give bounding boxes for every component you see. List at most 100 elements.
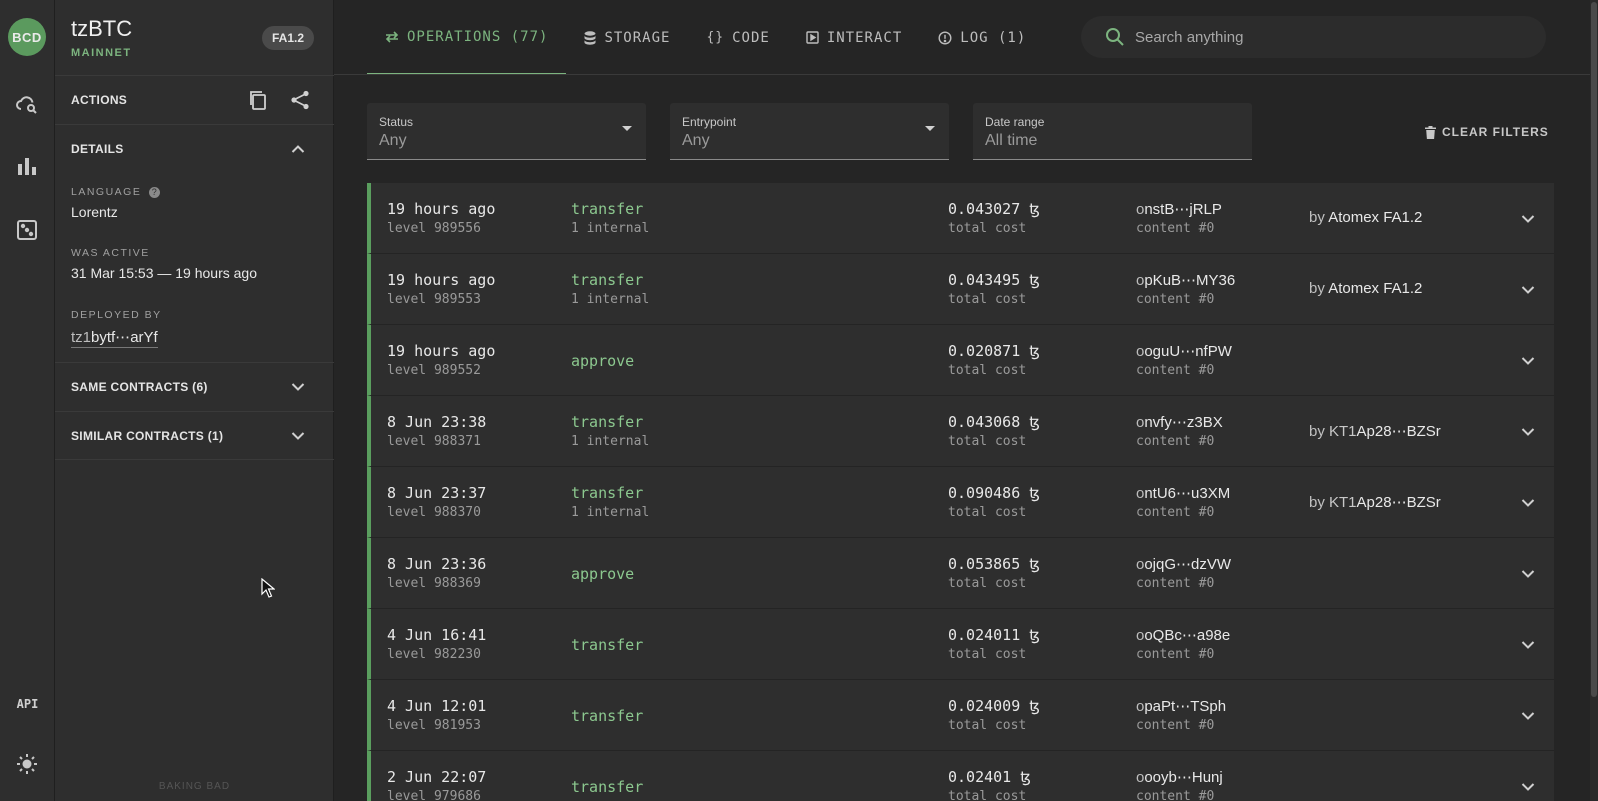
theme-toggle-icon[interactable] bbox=[15, 752, 39, 776]
baking-bad-footer[interactable]: BAKING BAD bbox=[55, 781, 334, 792]
operation-hash[interactable]: ooguU⋯nfPW bbox=[1136, 342, 1232, 360]
operation-time: 8 Jun 23:38 bbox=[387, 413, 487, 431]
operation-hash-value: oQBc⋯a98e bbox=[1144, 627, 1231, 644]
operation-entrypoint-cell: transfer bbox=[571, 778, 643, 796]
operation-source-prefix: KT1 bbox=[1329, 423, 1357, 440]
operation-internal-count: 1 internal bbox=[571, 434, 650, 449]
dice-icon[interactable] bbox=[15, 218, 39, 242]
api-link[interactable]: API bbox=[0, 697, 55, 711]
was-active-value: 31 Mar 15:53 — 19 hours ago bbox=[71, 265, 258, 281]
cloud-search-icon[interactable] bbox=[15, 92, 39, 116]
operation-source[interactable]: by KT1Ap28⋯BZSr bbox=[1309, 422, 1441, 440]
tab-interact[interactable]: INTERACT bbox=[788, 0, 920, 75]
play-box-icon bbox=[806, 31, 819, 44]
operation-hash[interactable]: opKuB⋯MY36 bbox=[1136, 271, 1235, 289]
operation-hash[interactable]: oojqG⋯dzVW bbox=[1136, 555, 1231, 573]
operation-entrypoint: transfer bbox=[571, 413, 644, 431]
operation-cost-cell: 0.090486 ꜩ total cost bbox=[948, 484, 1040, 520]
clear-filters-button[interactable]: CLEAR FILTERS bbox=[1425, 120, 1549, 144]
operation-level: level 988371 bbox=[387, 434, 481, 449]
operation-cost-cell: 0.053865 ꜩ total cost bbox=[948, 555, 1040, 591]
operation-hash-cell: ooQBc⋯a98e content #0 bbox=[1136, 626, 1230, 662]
same-contracts-row[interactable]: SAME CONTRACTS (6) bbox=[55, 362, 334, 411]
expand-chevron-icon[interactable] bbox=[1516, 633, 1540, 657]
share-icon[interactable] bbox=[288, 88, 312, 112]
date-range-filter[interactable]: Date range All time bbox=[973, 103, 1252, 160]
scrollbar-thumb[interactable] bbox=[1591, 2, 1597, 697]
operation-content-index: content #0 bbox=[1136, 292, 1215, 307]
operation-hash-value: pKuB⋯MY36 bbox=[1144, 272, 1236, 289]
operation-row[interactable]: 19 hours ago level 989552 approve 0.0208… bbox=[367, 325, 1554, 396]
tab-operations[interactable]: OPERATIONS (77) bbox=[367, 0, 567, 75]
bcd-logo[interactable]: BCD bbox=[8, 18, 46, 56]
search-input[interactable] bbox=[1135, 28, 1515, 46]
operation-hash[interactable]: ooQBc⋯a98e bbox=[1136, 626, 1230, 644]
operation-row[interactable]: 19 hours ago level 989553 transfer 1 int… bbox=[367, 254, 1554, 325]
operation-hash[interactable]: ontU6⋯u3XM bbox=[1136, 484, 1230, 502]
chevron-up-icon[interactable] bbox=[286, 137, 310, 161]
left-rail: BCD API bbox=[0, 0, 55, 801]
expand-chevron-icon[interactable] bbox=[1516, 207, 1540, 231]
entrypoint-filter[interactable]: Entrypoint Any bbox=[670, 103, 949, 160]
operation-hash-value: nvfy⋯z3BX bbox=[1144, 414, 1223, 431]
expand-chevron-icon[interactable] bbox=[1516, 562, 1540, 586]
operation-content-index: content #0 bbox=[1136, 221, 1215, 236]
operation-row[interactable]: 19 hours ago level 989556 transfer 1 int… bbox=[367, 183, 1554, 254]
operation-cost-label: total cost bbox=[948, 647, 1027, 662]
operation-source-by-label: by bbox=[1309, 209, 1325, 226]
operation-time: 19 hours ago bbox=[387, 271, 496, 289]
details-row[interactable]: DETAILS bbox=[55, 124, 334, 173]
deployer-address-prefix: tz1 bbox=[71, 329, 92, 346]
was-active-label: WAS ACTIVE bbox=[71, 247, 150, 259]
database-icon bbox=[584, 30, 596, 45]
tab-log[interactable]: LOG (1) bbox=[920, 0, 1044, 75]
operation-hash[interactable]: onstB⋯jRLP bbox=[1136, 200, 1222, 218]
chevron-down-icon[interactable] bbox=[286, 375, 310, 399]
operation-level: level 979686 bbox=[387, 789, 481, 801]
operation-hash-value: ojqG⋯dzVW bbox=[1144, 556, 1232, 573]
expand-chevron-icon[interactable] bbox=[1516, 349, 1540, 373]
operation-level: level 981953 bbox=[387, 718, 481, 733]
operation-cost-label: total cost bbox=[948, 221, 1027, 236]
operation-row[interactable]: 8 Jun 23:38 level 988371 transfer 1 inte… bbox=[367, 396, 1554, 467]
tab-code[interactable]: {} CODE bbox=[688, 0, 787, 75]
operation-source[interactable]: by Atomex FA1.2 bbox=[1309, 280, 1422, 297]
operation-hash[interactable]: opaPt⋯TSph bbox=[1136, 697, 1226, 715]
operation-time-cell: 19 hours ago level 989556 bbox=[387, 200, 495, 236]
status-filter[interactable]: Status Any bbox=[367, 103, 646, 160]
operation-source-by-label: by bbox=[1309, 423, 1325, 440]
operation-cost-cell: 0.043027 ꜩ total cost bbox=[948, 200, 1040, 236]
scrollbar[interactable] bbox=[1590, 0, 1598, 801]
operation-entrypoint: transfer bbox=[571, 636, 644, 654]
operation-row[interactable]: 8 Jun 23:36 level 988369 approve 0.05386… bbox=[367, 538, 1554, 609]
standard-badge: FA1.2 bbox=[262, 26, 315, 50]
operation-source[interactable]: by Atomex FA1.2 bbox=[1309, 209, 1422, 226]
operation-row[interactable]: 8 Jun 23:37 level 988370 transfer 1 inte… bbox=[367, 467, 1554, 538]
deployer-address[interactable]: tz1bytf⋯arYf bbox=[71, 328, 158, 348]
operation-level: level 988370 bbox=[387, 505, 481, 520]
similar-contracts-row[interactable]: SIMILAR CONTRACTS (1) bbox=[55, 411, 334, 460]
operation-row[interactable]: 4 Jun 16:41 level 982230 transfer 0.0240… bbox=[367, 609, 1554, 680]
operation-cost-cell: 0.020871 ꜩ total cost bbox=[948, 342, 1040, 378]
language-value: Lorentz bbox=[71, 204, 118, 220]
expand-chevron-icon[interactable] bbox=[1516, 775, 1540, 799]
operation-cost-cell: 0.043495 ꜩ total cost bbox=[948, 271, 1040, 307]
tab-storage[interactable]: STORAGE bbox=[566, 0, 688, 75]
help-icon[interactable]: ? bbox=[148, 187, 160, 198]
operation-row[interactable]: 4 Jun 12:01 level 981953 transfer 0.0240… bbox=[367, 680, 1554, 751]
actions-label: ACTIONS bbox=[71, 93, 128, 107]
operation-hash[interactable]: oooyb⋯Hunj bbox=[1136, 768, 1223, 786]
operation-cost: 0.053865 ꜩ bbox=[948, 555, 1040, 573]
chevron-down-icon[interactable] bbox=[286, 424, 310, 448]
operation-source[interactable]: by KT1Ap28⋯BZSr bbox=[1309, 493, 1441, 511]
operation-hash[interactable]: onvfy⋯z3BX bbox=[1136, 413, 1223, 431]
expand-chevron-icon[interactable] bbox=[1516, 491, 1540, 515]
bar-chart-icon[interactable] bbox=[15, 154, 39, 178]
expand-chevron-icon[interactable] bbox=[1516, 420, 1540, 444]
search-bar[interactable] bbox=[1081, 16, 1546, 58]
operation-hash-value: oguU⋯nfPW bbox=[1144, 343, 1232, 360]
expand-chevron-icon[interactable] bbox=[1516, 704, 1540, 728]
copy-icon[interactable] bbox=[246, 88, 270, 112]
expand-chevron-icon[interactable] bbox=[1516, 278, 1540, 302]
operation-row[interactable]: 2 Jun 22:07 level 979686 transfer 0.0240… bbox=[367, 751, 1554, 801]
